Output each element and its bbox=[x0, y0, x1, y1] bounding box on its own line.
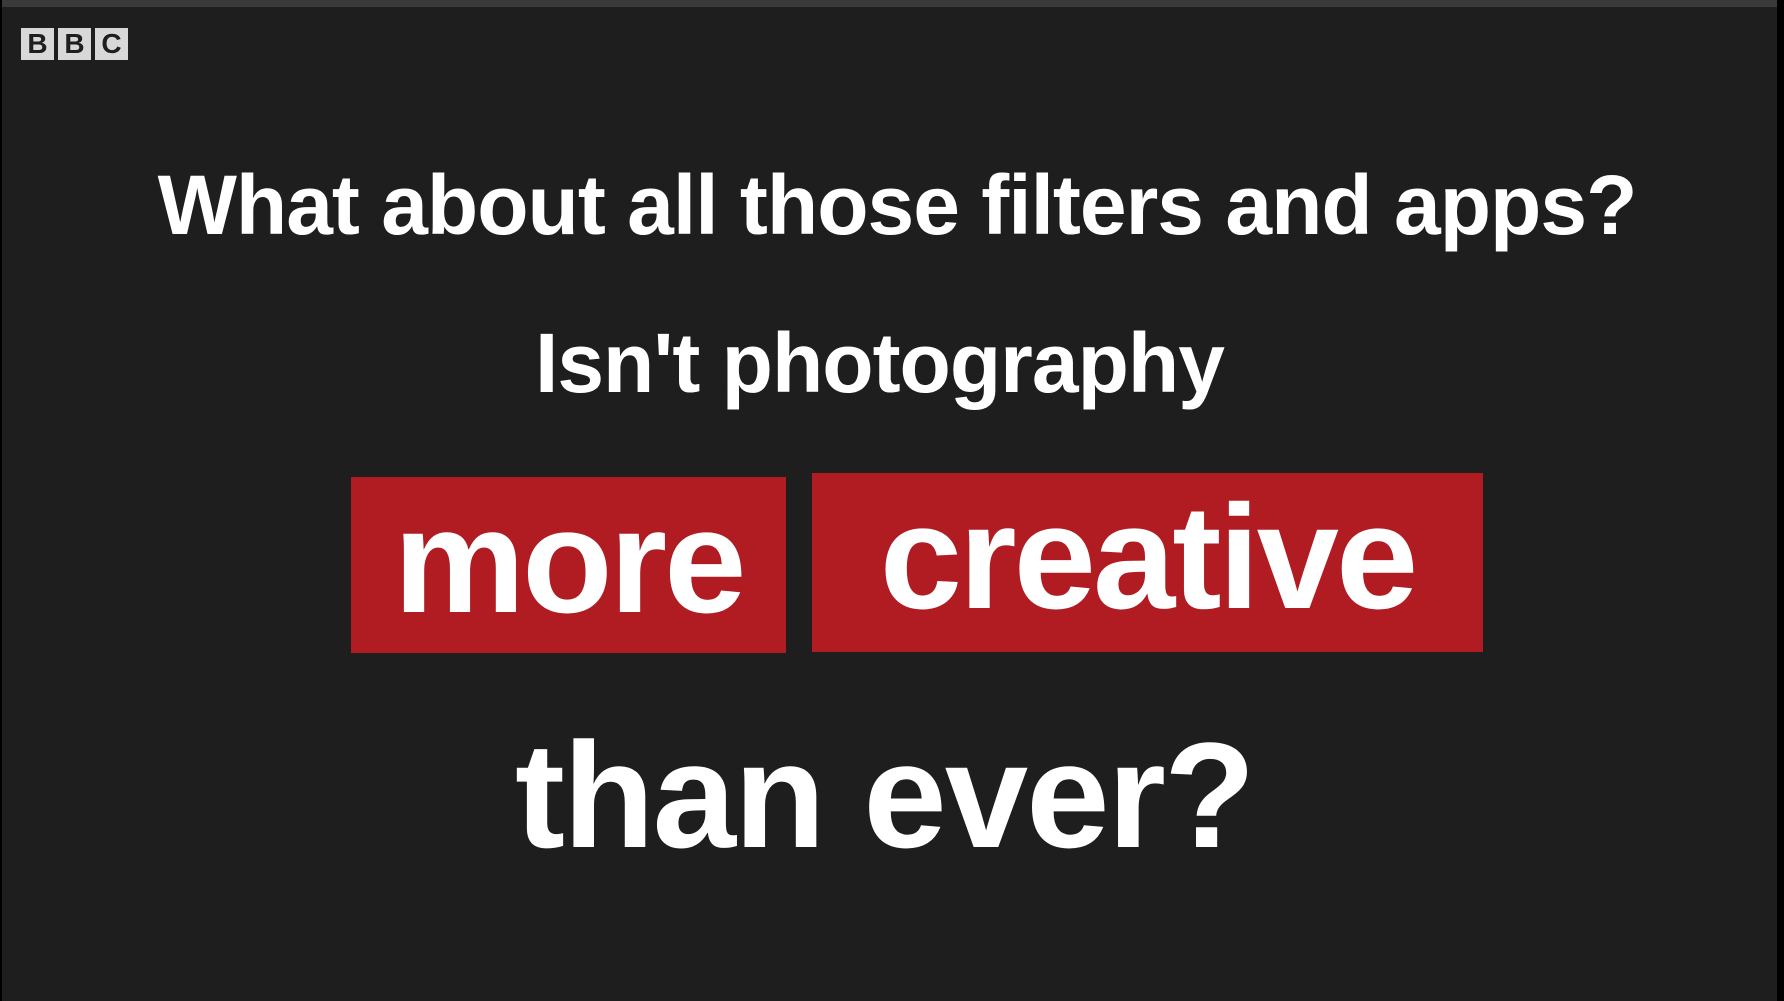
caption-line-4: than ever? bbox=[515, 711, 1256, 879]
caption-line-1: What about all those filters and apps? bbox=[157, 158, 1638, 252]
top-border bbox=[0, 0, 1784, 7]
caption-line-2: Isn't photography bbox=[535, 316, 1225, 410]
highlight-word-more: more bbox=[351, 477, 786, 653]
bbc-logo-letter: B bbox=[21, 28, 54, 60]
video-frame: B B C What about all those filters and a… bbox=[0, 0, 1784, 1001]
bbc-logo: B B C bbox=[21, 28, 128, 60]
bbc-logo-letter: C bbox=[95, 28, 128, 60]
right-border bbox=[1777, 0, 1784, 1001]
bbc-logo-letter: B bbox=[58, 28, 91, 60]
left-border bbox=[0, 0, 2, 1001]
highlight-word-creative: creative bbox=[812, 473, 1483, 652]
